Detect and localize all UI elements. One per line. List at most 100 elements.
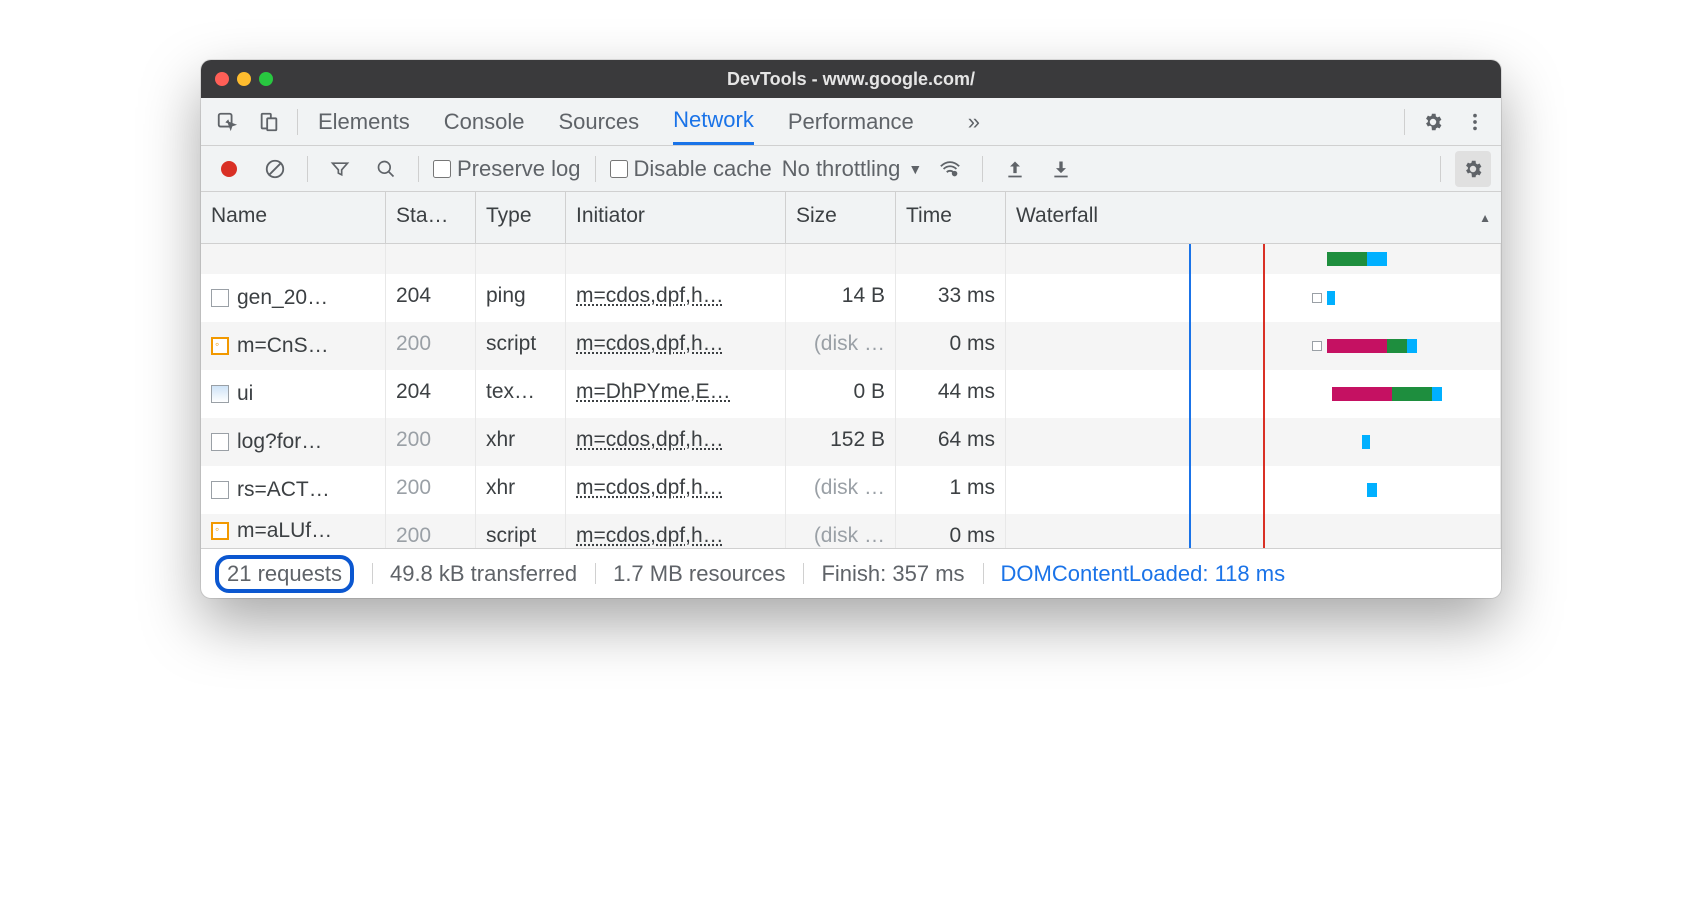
cell-status: 200 (386, 322, 476, 370)
record-button[interactable] (211, 151, 247, 187)
settings-icon[interactable] (1415, 104, 1451, 140)
main-tabbar: Elements Console Sources Network Perform… (201, 98, 1501, 146)
filter-icon[interactable] (322, 151, 358, 187)
minimize-icon[interactable] (237, 72, 251, 86)
disable-cache-input[interactable] (610, 160, 628, 178)
script-icon (211, 337, 229, 355)
col-waterfall[interactable]: Waterfall ▲ (1006, 192, 1501, 243)
separator (307, 156, 308, 182)
col-time[interactable]: Time (896, 192, 1006, 243)
disable-cache-checkbox[interactable]: Disable cache (610, 156, 772, 182)
tab-network[interactable]: Network (673, 98, 754, 145)
sort-asc-icon: ▲ (1479, 211, 1491, 225)
cell-initiator[interactable]: m=cdos,dpf,h… (566, 418, 786, 466)
waterfall-cell (1006, 514, 1501, 548)
table-row[interactable]: m=CnS… 200 script m=cdos,dpf,h… (disk … … (201, 322, 1501, 370)
search-icon[interactable] (368, 151, 404, 187)
separator (595, 156, 596, 182)
titlebar: DevTools - www.google.com/ (201, 60, 1501, 98)
table-row[interactable] (201, 244, 1501, 274)
table-header: Name Sta… Type Initiator Size Time Water… (201, 192, 1501, 244)
throttling-select[interactable]: No throttling ▼ (782, 156, 922, 182)
cell-time: 44 ms (896, 370, 1006, 418)
request-table: gen_20… 204 ping m=cdos,dpf,h… 14 B 33 m… (201, 244, 1501, 548)
table-row[interactable]: gen_20… 204 ping m=cdos,dpf,h… 14 B 33 m… (201, 274, 1501, 322)
tab-sources[interactable]: Sources (558, 98, 639, 145)
cell-name: ui (201, 370, 386, 418)
separator (1404, 109, 1405, 135)
network-settings-icon[interactable] (1455, 151, 1491, 187)
cell-time: 64 ms (896, 418, 1006, 466)
tab-elements[interactable]: Elements (318, 98, 410, 145)
cell-status: 200 (386, 418, 476, 466)
cell-name: rs=ACT… (201, 466, 386, 514)
file-icon (211, 289, 229, 307)
col-name[interactable]: Name (201, 192, 386, 243)
separator (418, 156, 419, 182)
throttling-label: No throttling (782, 156, 901, 182)
cell-type: script (476, 514, 566, 548)
zoom-icon[interactable] (259, 72, 273, 86)
inspect-icon[interactable] (209, 104, 245, 140)
preserve-log-label: Preserve log (457, 156, 581, 182)
more-tabs-icon[interactable]: » (968, 109, 980, 135)
network-toolbar: Preserve log Disable cache No throttling… (201, 146, 1501, 192)
cell-name: gen_20… (201, 274, 386, 322)
cell-initiator[interactable]: m=cdos,dpf,h… (566, 514, 786, 548)
table-row[interactable]: m=aLUf… 200 script m=cdos,dpf,h… (disk …… (201, 514, 1501, 548)
waterfall-cell (1006, 418, 1501, 466)
waterfall-cell (1006, 466, 1501, 514)
kebab-menu-icon[interactable] (1457, 104, 1493, 140)
cell-initiator[interactable]: m=cdos,dpf,h… (566, 466, 786, 514)
cell-name: log?for… (201, 418, 386, 466)
status-finish: Finish: 357 ms (803, 561, 982, 587)
cell-status: 204 (386, 370, 476, 418)
cell-type: xhr (476, 418, 566, 466)
table-row[interactable]: log?for… 200 xhr m=cdos,dpf,h… 152 B 64 … (201, 418, 1501, 466)
cell-size: 0 B (786, 370, 896, 418)
col-type[interactable]: Type (476, 192, 566, 243)
close-icon[interactable] (215, 72, 229, 86)
file-icon (211, 481, 229, 499)
cell-type: tex… (476, 370, 566, 418)
upload-har-icon[interactable] (997, 151, 1033, 187)
cell-type: ping (476, 274, 566, 322)
tab-console[interactable]: Console (444, 98, 525, 145)
disable-cache-label: Disable cache (634, 156, 772, 182)
separator (1440, 156, 1441, 182)
cell-initiator[interactable]: m=cdos,dpf,h… (566, 322, 786, 370)
download-har-icon[interactable] (1043, 151, 1079, 187)
cell-initiator[interactable]: m=DhPYme,E… (566, 370, 786, 418)
network-conditions-icon[interactable] (932, 151, 968, 187)
preserve-log-input[interactable] (433, 160, 451, 178)
cell-time: 1 ms (896, 466, 1006, 514)
status-bar: 21 requests 49.8 kB transferred 1.7 MB r… (201, 548, 1501, 598)
cell-time: 33 ms (896, 274, 1006, 322)
cell-size: 14 B (786, 274, 896, 322)
col-size[interactable]: Size (786, 192, 896, 243)
col-status[interactable]: Sta… (386, 192, 476, 243)
device-toggle-icon[interactable] (251, 104, 287, 140)
table-row[interactable]: ui 204 tex… m=DhPYme,E… 0 B 44 ms (201, 370, 1501, 418)
clear-icon[interactable] (257, 151, 293, 187)
devtools-window: DevTools - www.google.com/ Elements Cons… (201, 60, 1501, 598)
waterfall-cell (1006, 244, 1501, 274)
cell-status: 200 (386, 466, 476, 514)
cell-initiator[interactable]: m=cdos,dpf,h… (566, 274, 786, 322)
status-resources: 1.7 MB resources (595, 561, 803, 587)
tab-performance[interactable]: Performance (788, 98, 914, 145)
cell-size: 152 B (786, 418, 896, 466)
cell-type: script (476, 322, 566, 370)
status-requests: 21 requests (215, 555, 372, 593)
col-initiator[interactable]: Initiator (566, 192, 786, 243)
window-title: DevTools - www.google.com/ (201, 69, 1501, 90)
cell-type: xhr (476, 466, 566, 514)
file-icon (211, 433, 229, 451)
separator (297, 109, 298, 135)
preserve-log-checkbox[interactable]: Preserve log (433, 156, 581, 182)
cell-name: m=CnS… (201, 322, 386, 370)
cell-status: 200 (386, 514, 476, 548)
table-row[interactable]: rs=ACT… 200 xhr m=cdos,dpf,h… (disk … 1 … (201, 466, 1501, 514)
cell-name: m=aLUf… (201, 514, 386, 548)
cell-time: 0 ms (896, 514, 1006, 548)
